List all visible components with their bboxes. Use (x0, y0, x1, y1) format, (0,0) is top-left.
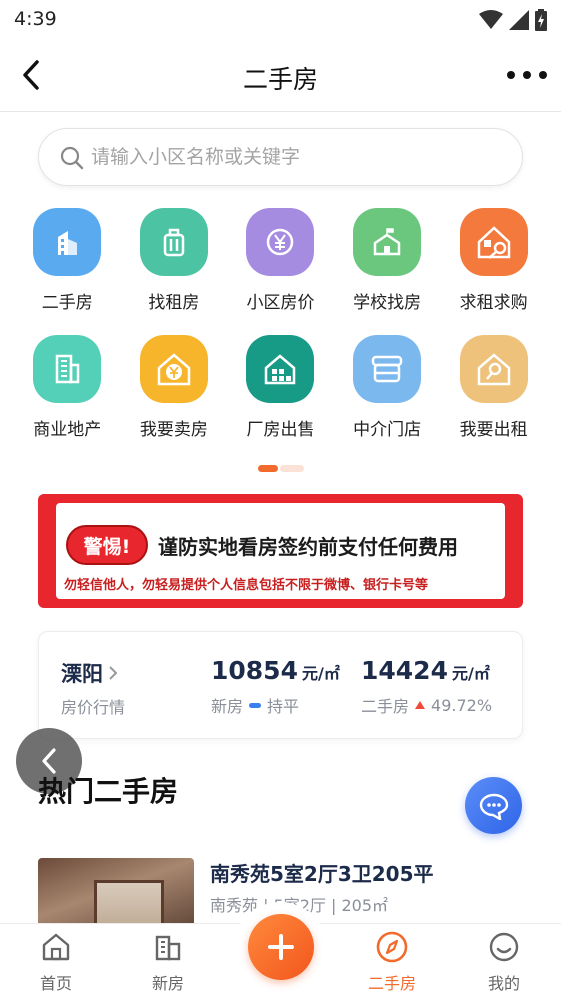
used-house-price-value: 14424 (361, 656, 448, 685)
chat-bubble-icon (479, 793, 508, 820)
price-unit: 元/㎡ (451, 664, 490, 683)
office-building-icon (33, 335, 102, 403)
price-unit: 元/㎡ (301, 664, 340, 683)
tab-new-house[interactable]: 新房 (128, 930, 208, 994)
shortcut-rent-out[interactable]: 我要出租 (440, 335, 547, 462)
shortcut-label: 中介门店 (353, 420, 422, 440)
more-button[interactable] (507, 62, 547, 88)
shortcut-community-price[interactable]: 小区房价 (227, 208, 334, 335)
shortcut-row: 商业地产 我要卖房 厂房出售 中介门店 我要出租 (14, 335, 547, 462)
search-bar[interactable] (38, 128, 523, 186)
plus-icon (268, 934, 294, 960)
new-house-trend: 持平 (267, 697, 300, 716)
shortcut-school[interactable]: 学校找房 (334, 208, 441, 335)
search-icon (60, 146, 84, 170)
house-search-icon (459, 335, 528, 403)
pager-dot (280, 465, 304, 472)
new-house-price-value: 10854 (211, 656, 298, 685)
city-subtitle: 房价行情 (61, 698, 126, 717)
tab-label: 首页 (39, 974, 72, 993)
tab-label: 二手房 (367, 974, 416, 993)
more-dot-icon (539, 71, 547, 79)
shortcut-commercial[interactable]: 商业地产 (14, 335, 121, 462)
new-house-price: 10854 元/㎡ 新房 持平 (211, 656, 340, 717)
shortcut-label: 厂房出售 (246, 420, 315, 440)
tab-label: 新房 (151, 974, 184, 993)
shortcut-label: 找租房 (148, 293, 200, 313)
shortcut-label: 求租求购 (459, 293, 528, 313)
nav-bar: 二手房 (0, 38, 561, 112)
smiley-icon (487, 930, 521, 964)
pager-dot-active (258, 465, 278, 472)
shortcut-label: 学校找房 (353, 293, 422, 313)
warning-subline: 勿轻信他人，勿轻易提供个人信息包括不限于微博、银行卡号等 (64, 578, 429, 593)
more-dot-icon (523, 71, 531, 79)
shortcut-grid: 二手房 找租房 小区房价 学校找房 求租求购 商业地产 我要卖房 厂房出售 中介… (14, 208, 547, 462)
warning-badge: 警惕! (66, 525, 148, 565)
shortcut-wanted[interactable]: 求租求购 (440, 208, 547, 335)
tab-mine[interactable]: 我的 (464, 930, 544, 994)
shortcut-agency-store[interactable]: 中介门店 (334, 335, 441, 462)
used-house-price: 14424 元/㎡ 二手房 49.72% (361, 656, 492, 717)
city-selector[interactable]: 溧阳 (61, 658, 119, 688)
signal-icon (509, 10, 529, 30)
price-card[interactable]: 溧阳 房价行情 10854 元/㎡ 新房 持平 14424 元/㎡ 二手房 49.7… (38, 631, 523, 739)
shortcut-rent[interactable]: 找租房 (121, 208, 228, 335)
city-name: 溧阳 (61, 662, 103, 686)
shortcut-used-house[interactable]: 二手房 (14, 208, 121, 335)
shortcut-label: 二手房 (41, 293, 93, 313)
wifi-icon (479, 10, 503, 29)
storefront-icon (353, 335, 422, 403)
warning-headline: 谨防实地看房签约前支付任何费用 (158, 535, 458, 559)
house-key-icon (459, 208, 528, 276)
used-house-trend: 49.72% (431, 695, 493, 715)
status-icons (479, 9, 547, 31)
building-icon (33, 208, 102, 276)
house-yuan-icon (139, 335, 208, 403)
tab-home[interactable]: 首页 (16, 930, 96, 994)
shortcut-label: 小区房价 (246, 293, 315, 313)
shortcut-row: 二手房 找租房 小区房价 学校找房 求租求购 (14, 208, 547, 335)
page-title: 二手房 (242, 65, 318, 94)
section-title: 热门二手房 (38, 775, 179, 808)
more-dot-icon (507, 71, 515, 79)
shortcut-factory[interactable]: 厂房出售 (227, 335, 334, 462)
factory-house-icon (246, 335, 315, 403)
home-icon (39, 930, 73, 964)
tab-used-house[interactable]: 二手房 (352, 930, 432, 994)
shortcut-label: 商业地产 (33, 420, 102, 440)
status-time: 4:39 (14, 8, 57, 30)
chat-button[interactable] (465, 777, 522, 834)
up-arrow-icon (415, 701, 426, 709)
publish-button[interactable] (248, 914, 314, 980)
yuan-coin-icon (246, 208, 315, 276)
status-bar: 4:39 (0, 0, 561, 38)
shortcut-label: 我要出租 (459, 420, 528, 440)
buildings-icon (151, 930, 185, 964)
flat-trend-icon (249, 702, 262, 708)
listing-title: 南秀苑5室2厅3卫205平 (210, 862, 434, 886)
warning-banner[interactable]: 警惕! 谨防实地看房签约前支付任何费用 勿轻信他人，勿轻易提供个人信息包括不限于… (38, 494, 523, 608)
shortcut-sell-house[interactable]: 我要卖房 (121, 335, 228, 462)
grid-pager (258, 465, 304, 472)
listing-photo (38, 858, 194, 928)
school-icon (353, 208, 422, 276)
search-input[interactable] (91, 129, 511, 185)
tab-label: 我的 (487, 974, 520, 993)
used-house-label: 二手房 (361, 697, 410, 716)
battery-icon (535, 9, 547, 31)
suitcase-icon (139, 208, 208, 276)
door-graphic (94, 880, 164, 928)
compass-icon (375, 930, 409, 964)
shortcut-label: 我要卖房 (139, 420, 208, 440)
chevron-right-icon (109, 666, 118, 680)
new-house-label: 新房 (211, 697, 244, 716)
banner-panel: 警惕! 谨防实地看房签约前支付任何费用 勿轻信他人，勿轻易提供个人信息包括不限于… (56, 503, 505, 599)
